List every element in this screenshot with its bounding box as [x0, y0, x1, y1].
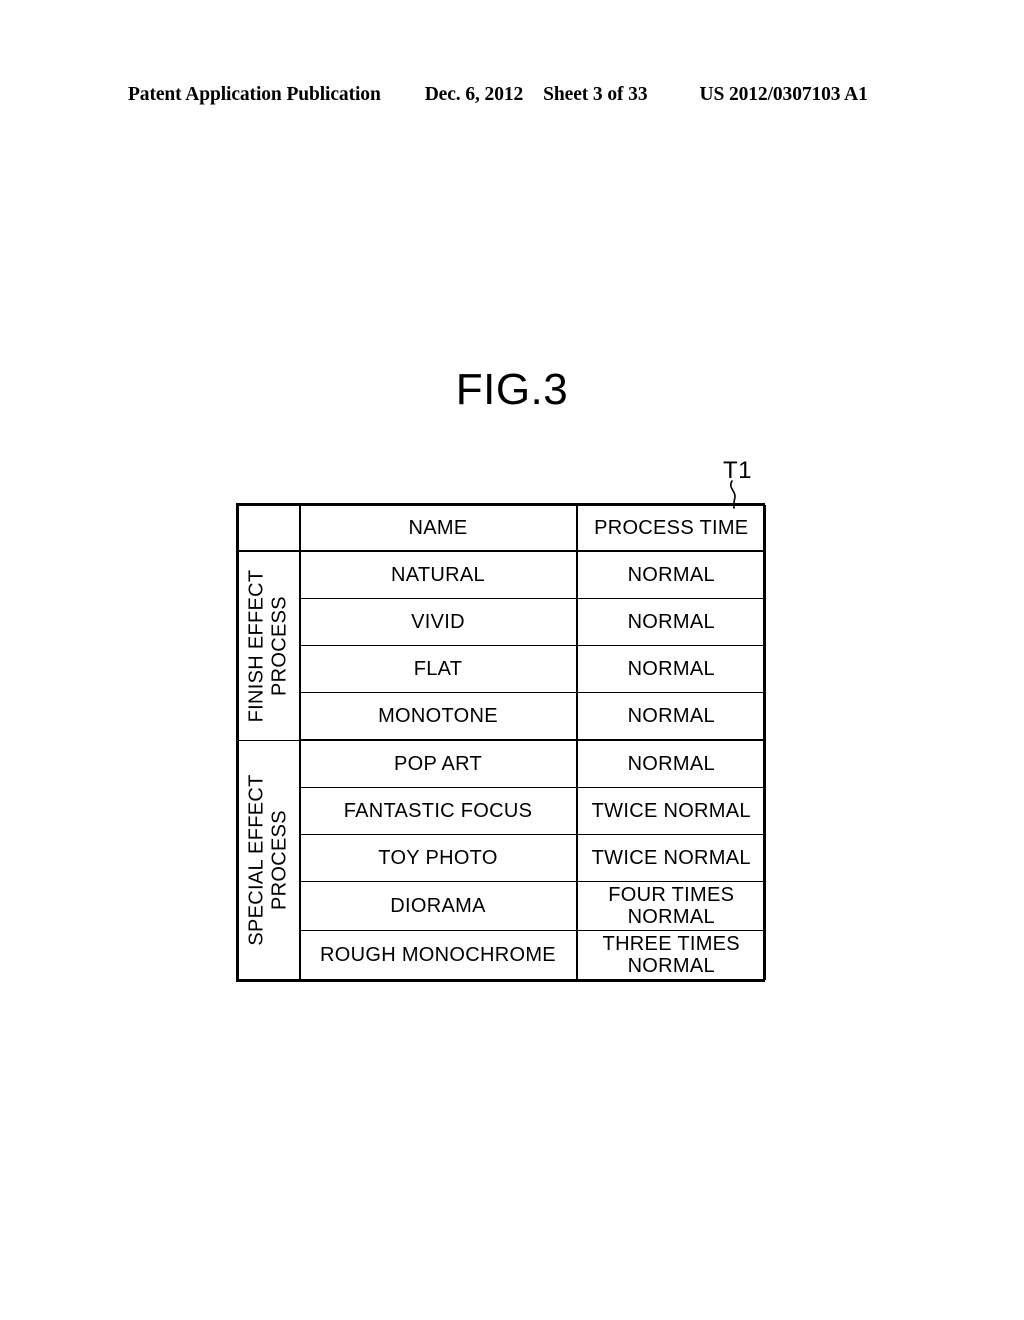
group-label-special-effect-process: SPECIAL EFFECT PROCESS — [238, 739, 301, 980]
cell-name: FANTASTIC FOCUS — [299, 787, 578, 835]
page-header: Patent Application Publication Dec. 6, 2… — [128, 84, 896, 106]
table-row: SPECIAL EFFECT PROCESS POP ART NORMAL — [238, 739, 766, 980]
group-label-line: PROCESS — [268, 809, 291, 910]
table-header-row: NAME PROCESS TIME — [238, 505, 766, 552]
header-cell-process-time: PROCESS TIME — [576, 505, 766, 552]
process-time-line: THREE TIMES — [602, 932, 740, 955]
process-time-line: NORMAL — [627, 657, 715, 680]
cell-name: TOY PHOTO — [299, 834, 578, 882]
table-row: DIORAMA FOUR TIMES NORMAL — [239, 881, 766, 931]
cell-process-time: THREE TIMES NORMAL — [576, 930, 766, 980]
cell-process-time: NORMAL — [576, 645, 766, 693]
cell-name: NATURAL — [299, 550, 578, 599]
effect-process-table: NAME PROCESS TIME FINISH EFFECT PROCESS … — [236, 503, 766, 982]
figure-title: FIG.3 — [455, 365, 569, 414]
table-row: VIVID NORMAL — [239, 598, 766, 646]
table-row: FINISH EFFECT PROCESS NATURAL NORMAL — [238, 550, 766, 741]
process-time-line: NORMAL — [627, 610, 715, 633]
header-patent-number: US 2012/0307103 A1 — [699, 84, 868, 105]
cell-name: DIORAMA — [299, 881, 578, 931]
process-time-line: NORMAL — [627, 563, 715, 586]
group-label-line: PROCESS — [268, 595, 291, 696]
header-cell-group — [238, 505, 301, 552]
table-row: FANTASTIC FOCUS TWICE NORMAL — [239, 787, 766, 835]
process-time-line: NORMAL — [627, 752, 715, 775]
cell-process-time: TWICE NORMAL — [576, 834, 766, 882]
cell-name: POP ART — [299, 739, 578, 788]
process-time-line: TWICE NORMAL — [591, 846, 751, 869]
process-time-line: NORMAL — [627, 955, 715, 977]
cell-name: VIVID — [299, 598, 578, 646]
header-date: Dec. 6, 2012 — [424, 84, 524, 105]
cell-process-time: NORMAL — [576, 692, 766, 741]
group-label-line: FINISH EFFECT — [245, 569, 268, 723]
table-row: TOY PHOTO TWICE NORMAL — [239, 834, 766, 882]
cell-process-time: NORMAL — [576, 550, 766, 599]
cell-name: MONOTONE — [299, 692, 578, 741]
cell-name: ROUGH MONOCHROME — [299, 930, 578, 980]
table-row: ROUGH MONOCHROME THREE TIMES NORMAL — [239, 930, 766, 980]
table-row: MONOTONE NORMAL — [239, 692, 766, 741]
group-label-line: SPECIAL EFFECT — [245, 774, 268, 946]
cell-name: FLAT — [299, 645, 578, 693]
process-time-line: NORMAL — [627, 704, 715, 727]
process-time-line: TWICE NORMAL — [591, 799, 751, 822]
cell-process-time: FOUR TIMES NORMAL — [576, 881, 766, 931]
cell-process-time: NORMAL — [576, 739, 766, 788]
header-sheet-number: Sheet 3 of 33 — [543, 84, 648, 105]
group-label-finish-effect-process: FINISH EFFECT PROCESS — [238, 550, 301, 741]
process-time-line: FOUR TIMES — [608, 883, 735, 906]
cell-process-time: TWICE NORMAL — [576, 787, 766, 835]
process-time-line: NORMAL — [627, 906, 715, 928]
cell-process-time: NORMAL — [576, 598, 766, 646]
header-cell-name: NAME — [299, 505, 578, 552]
header-publication: Patent Application Publication — [128, 84, 381, 105]
table-row: FLAT NORMAL — [239, 645, 766, 693]
